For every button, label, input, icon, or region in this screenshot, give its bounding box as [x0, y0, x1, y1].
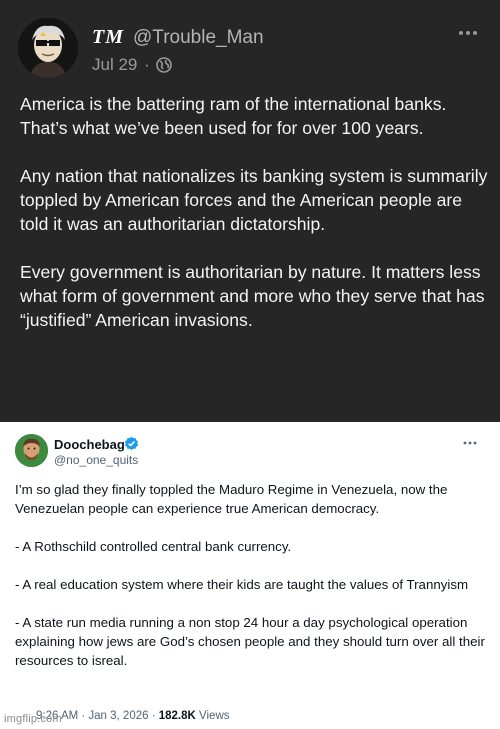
post-paragraph: - A real education system where their ki…: [15, 577, 469, 592]
tm-post: TM @Trouble_Man Jul 29 · America is the …: [0, 0, 500, 422]
verified-icon: [124, 436, 139, 451]
avatar[interactable]: [15, 434, 48, 467]
post-paragraph: I’m so glad they finally toppled the Mad…: [15, 482, 448, 516]
views-count: 182.8K: [158, 710, 196, 722]
user-handle[interactable]: @Trouble_Man: [133, 27, 264, 49]
views-label: Views: [195, 710, 230, 722]
post-paragraph: Any nation that nationalizes its banking…: [20, 166, 488, 234]
post-paragraph: - A Rothschild controlled central bank c…: [15, 539, 292, 554]
post-text: I’m so glad they finally toppled the Mad…: [15, 480, 490, 689]
user-handle[interactable]: @no_one_quits: [54, 453, 138, 467]
post-meta: 9:26 AM · Jan 3, 2026 · 182.8K Views: [36, 710, 230, 722]
post-date[interactable]: Jul 29: [92, 55, 137, 75]
separator: ·: [144, 55, 150, 74]
post-text: America is the battering ram of the inte…: [20, 92, 488, 356]
post-paragraph: - A state run media running a non stop 2…: [15, 615, 485, 668]
more-icon[interactable]: [458, 30, 478, 36]
post-paragraph: Every government is authoritarian by nat…: [20, 262, 485, 330]
watermark: imgflip.com: [4, 713, 62, 725]
more-icon[interactable]: [463, 441, 477, 445]
embedded-post: Doochebag @no_one_quits I’m so glad they…: [0, 422, 500, 729]
display-name[interactable]: Doochebag: [54, 437, 125, 452]
post-paragraph: America is the battering ram of the inte…: [20, 94, 447, 138]
globe-icon: [156, 57, 172, 73]
avatar[interactable]: [18, 18, 78, 78]
display-name[interactable]: TM: [92, 26, 124, 49]
